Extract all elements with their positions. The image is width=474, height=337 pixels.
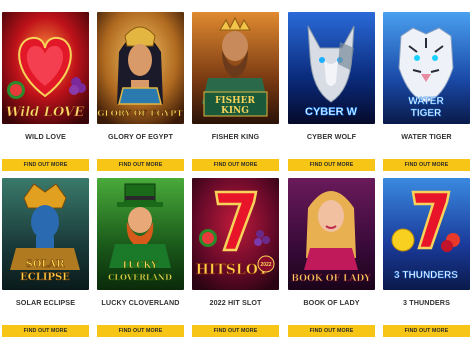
game-thumbnail[interactable]: BOOK OF LADY [288, 178, 375, 290]
game-title: 3 THUNDERS [403, 298, 450, 307]
find-out-more-button[interactable]: FIND OUT MORE [192, 159, 279, 171]
game-thumbnail[interactable]: FISHER KING [192, 12, 279, 124]
find-out-more-button[interactable]: FIND OUT MORE [97, 159, 184, 171]
game-title: WILD LOVE [25, 132, 66, 141]
find-out-more-button[interactable]: FIND OUT MORE [97, 325, 184, 337]
svg-text:WATER: WATER [408, 96, 444, 107]
svg-text:CYBER W: CYBER W [305, 106, 358, 118]
game-thumbnail[interactable]: WATER TIGER [383, 12, 470, 124]
find-out-more-button[interactable]: FIND OUT MORE [383, 159, 470, 171]
game-title: GLORY OF EGYPT [108, 132, 173, 141]
game-title: WATER TIGER [401, 132, 452, 141]
svg-text:SOLAR: SOLAR [25, 259, 65, 270]
game-thumbnail[interactable]: SOLAR ECLIPSE [2, 178, 89, 290]
svg-text:BOOK OF LADY: BOOK OF LADY [291, 274, 371, 284]
game-thumbnail[interactable]: HITSLOT 2022 [192, 178, 279, 290]
svg-text:3 THUNDERS: 3 THUNDERS [394, 270, 458, 281]
game-grid: Wild LOVE WILD LOVE FIND OUT MORE GLORY … [0, 0, 474, 337]
game-title: 2022 HIT SLOT [209, 298, 262, 307]
game-title: CYBER WOLF [306, 132, 357, 141]
game-title: LUCKY CLOVERLAND [101, 298, 180, 307]
game-thumbnail[interactable]: LUCKY CLOVERLAND [97, 178, 184, 290]
find-out-more-button[interactable]: FIND OUT MORE [383, 325, 470, 337]
lady-icon [304, 191, 358, 270]
svg-text:TIGER: TIGER [411, 108, 442, 119]
game-title: FISHER KING [211, 132, 260, 141]
find-out-more-button[interactable]: FIND OUT MORE [2, 159, 89, 171]
game-thumbnail[interactable]: 3 THUNDERS [383, 178, 470, 290]
game-thumbnail[interactable]: CYBER W [288, 12, 375, 124]
game-title: SOLAR ECLIPSE [15, 298, 76, 307]
find-out-more-button[interactable]: FIND OUT MORE [2, 325, 89, 337]
svg-text:KING: KING [221, 106, 249, 116]
game-title: BOOK OF LADY [303, 298, 360, 307]
find-out-more-button[interactable]: FIND OUT MORE [288, 325, 375, 337]
svg-text:FISHER: FISHER [215, 96, 255, 106]
svg-text:GLORY OF EGYPT: GLORY OF EGYPT [97, 109, 183, 119]
svg-text:Wild LOVE: Wild LOVE [6, 105, 85, 120]
game-thumbnail[interactable]: GLORY OF EGYPT [97, 12, 184, 124]
badge-2022: 2022 [260, 262, 271, 268]
game-thumbnail[interactable]: Wild LOVE [2, 12, 89, 124]
svg-text:ECLIPSE: ECLIPSE [20, 272, 70, 283]
find-out-more-button[interactable]: FIND OUT MORE [288, 159, 375, 171]
svg-text:LUCKY: LUCKY [123, 261, 158, 271]
find-out-more-button[interactable]: FIND OUT MORE [192, 325, 279, 337]
svg-text:CLOVERLAND: CLOVERLAND [108, 272, 172, 282]
